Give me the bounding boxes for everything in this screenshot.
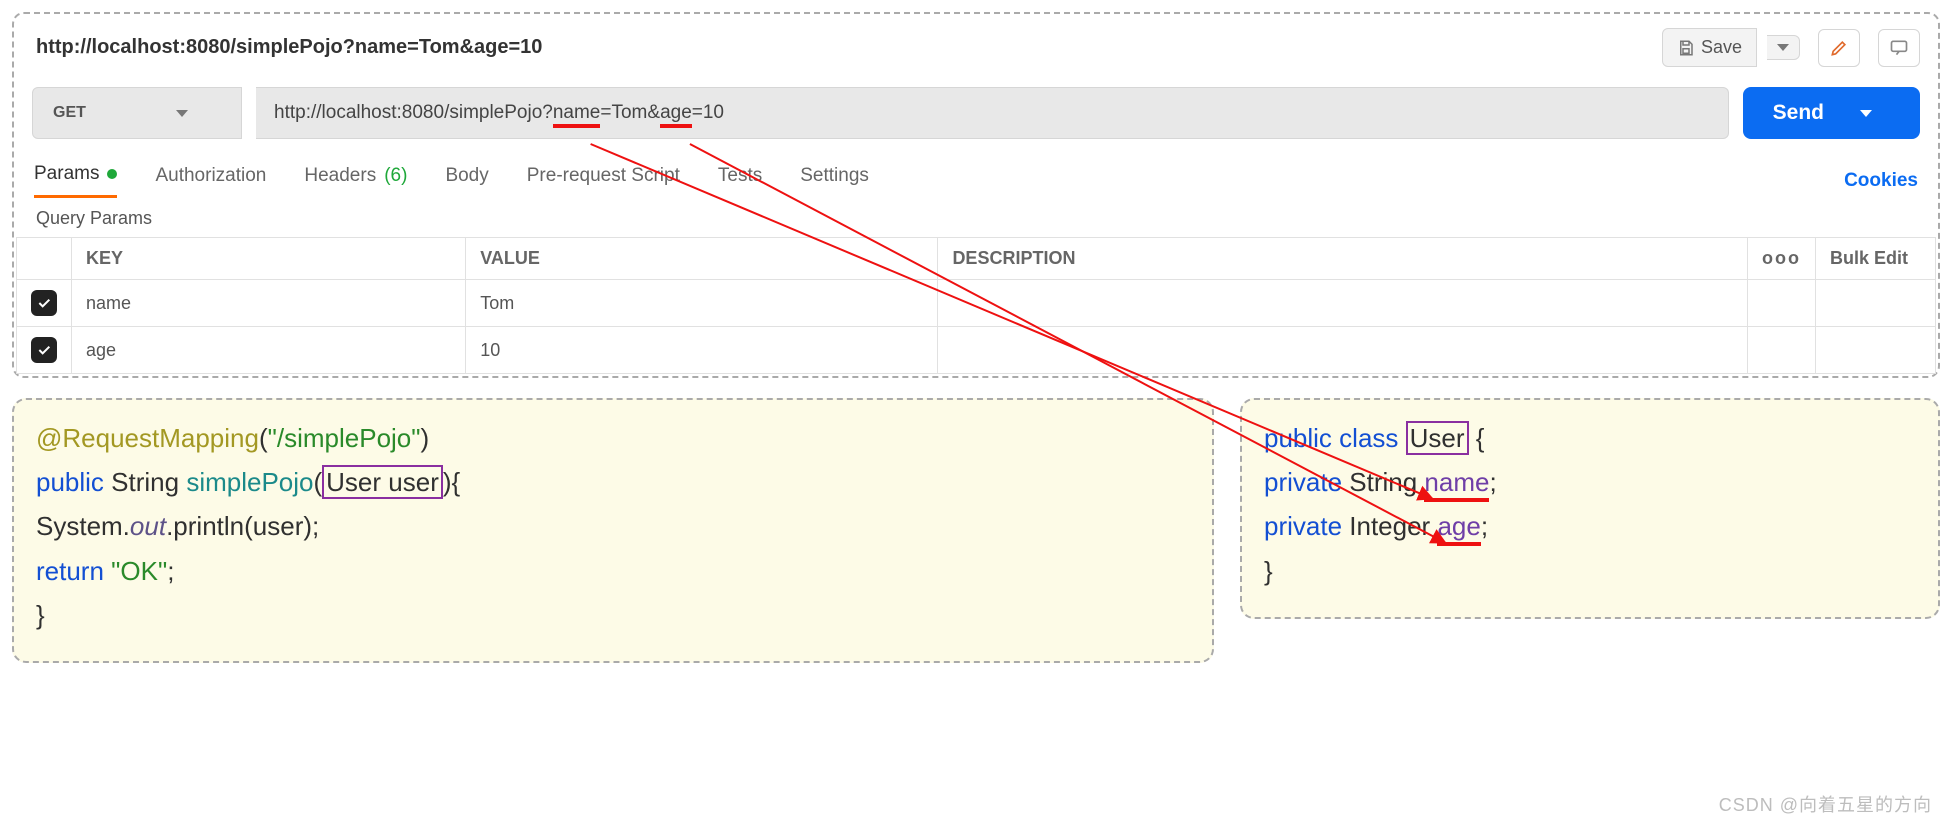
bulk-edit-link[interactable]: Bulk Edit — [1816, 238, 1936, 280]
watermark: CSDN @向着五星的方向 — [1719, 791, 1932, 817]
floppy-icon — [1677, 39, 1695, 57]
params-table: KEY VALUE DESCRIPTION ooo Bulk Edit name… — [16, 237, 1936, 374]
comment-button[interactable] — [1878, 29, 1920, 67]
tabs: Params Authorization Headers (6) Body Pr… — [14, 139, 1938, 204]
param-box: User user — [322, 465, 443, 499]
row-checkbox[interactable] — [31, 290, 57, 316]
tab-params[interactable]: Params — [34, 163, 117, 198]
param-key[interactable]: age — [72, 327, 466, 374]
pencil-icon — [1829, 38, 1849, 58]
save-button[interactable]: Save — [1662, 28, 1757, 67]
save-dropdown[interactable] — [1767, 35, 1800, 60]
active-dot-icon — [107, 169, 117, 179]
col-value: VALUE — [466, 238, 938, 280]
col-more[interactable]: ooo — [1748, 238, 1816, 280]
method-select[interactable]: GET — [32, 87, 242, 139]
tab-body[interactable]: Body — [445, 165, 488, 197]
col-checkbox — [17, 238, 72, 280]
user-class-code: public class User { private String name;… — [1240, 398, 1940, 619]
cookies-link[interactable]: Cookies — [1844, 170, 1918, 192]
col-description: DESCRIPTION — [938, 238, 1748, 280]
row-checkbox[interactable] — [31, 337, 57, 363]
param-desc[interactable] — [938, 280, 1748, 327]
request-title: http://localhost:8080/simplePojo?name=To… — [36, 36, 1652, 59]
comment-icon — [1889, 38, 1909, 58]
edit-button[interactable] — [1818, 29, 1860, 67]
param-row: name Tom — [17, 280, 1936, 327]
send-button[interactable]: Send — [1743, 87, 1920, 139]
chevron-down-icon — [1777, 44, 1789, 51]
param-value[interactable]: 10 — [466, 327, 938, 374]
title-bar: http://localhost:8080/simplePojo?name=To… — [14, 14, 1938, 77]
param-desc[interactable] — [938, 327, 1748, 374]
chevron-down-icon — [176, 110, 188, 117]
tab-authorization[interactable]: Authorization — [155, 165, 266, 197]
request-row: GET http://localhost:8080/simplePojo?nam… — [14, 77, 1938, 139]
tab-prerequest[interactable]: Pre-request Script — [527, 165, 680, 197]
chevron-down-icon — [1860, 110, 1872, 117]
query-params-label: Query Params — [14, 204, 1938, 237]
col-key: KEY — [72, 238, 466, 280]
tab-headers[interactable]: Headers (6) — [304, 165, 407, 197]
param-value[interactable]: Tom — [466, 280, 938, 327]
controller-code: @RequestMapping("/simplePojo") public St… — [12, 398, 1214, 663]
url-input[interactable]: http://localhost:8080/simplePojo?name=To… — [256, 87, 1729, 139]
class-box: User — [1406, 421, 1469, 455]
param-key[interactable]: name — [72, 280, 466, 327]
save-label: Save — [1701, 37, 1742, 58]
param-row: age 10 — [17, 327, 1936, 374]
postman-panel: http://localhost:8080/simplePojo?name=To… — [12, 12, 1940, 378]
method-label: GET — [53, 104, 86, 122]
code-row: @RequestMapping("/simplePojo") public St… — [12, 398, 1940, 663]
send-label: Send — [1773, 101, 1824, 125]
tab-tests[interactable]: Tests — [718, 165, 762, 197]
tab-settings[interactable]: Settings — [800, 165, 869, 197]
